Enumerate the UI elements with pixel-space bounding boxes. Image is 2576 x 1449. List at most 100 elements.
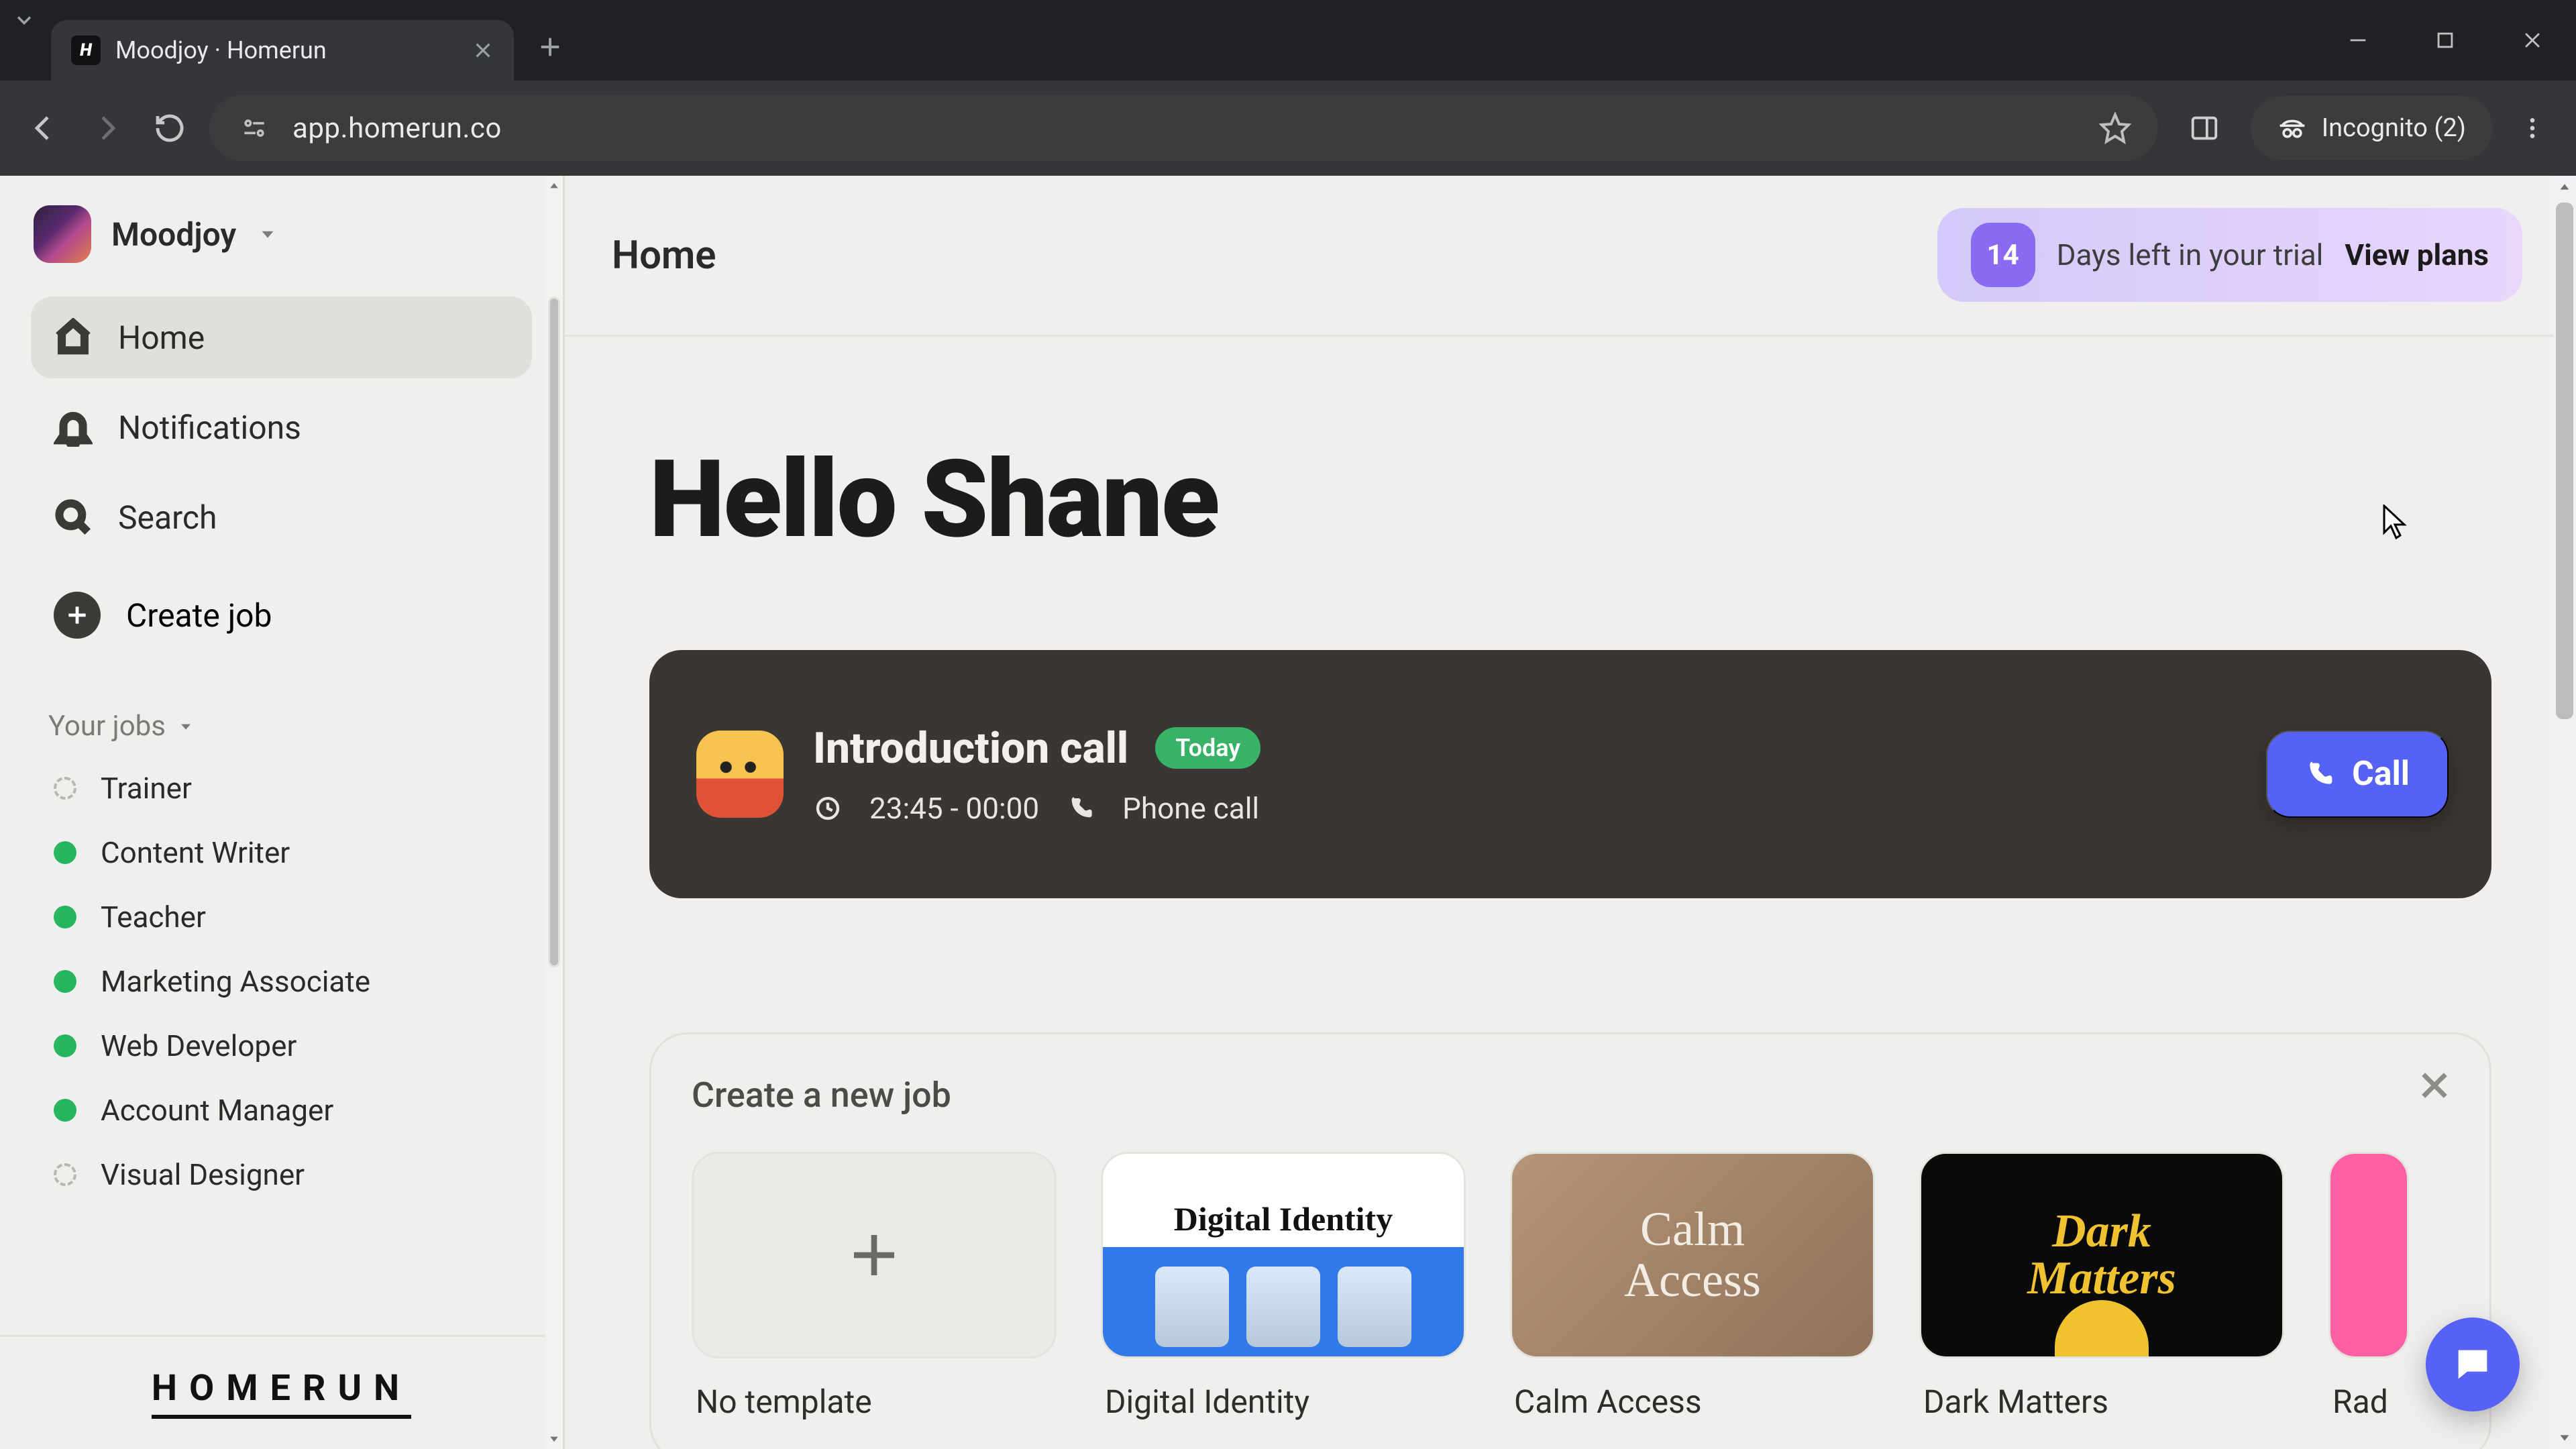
trial-days-badge: 14 — [1971, 223, 2035, 287]
tab-close-button[interactable] — [472, 40, 494, 61]
template-thumb-title: CalmAccess — [1624, 1204, 1761, 1305]
browser-menu-button[interactable] — [2509, 115, 2556, 142]
page-scrollbar[interactable] — [2553, 176, 2576, 1449]
job-label: Teacher — [101, 900, 206, 934]
incognito-icon — [2277, 113, 2307, 143]
create-job-panel-title: Create a new job — [692, 1075, 2489, 1116]
candidate-avatar — [696, 731, 784, 818]
jobs-section-label: Your jobs — [48, 710, 166, 743]
template-label: Calm Access — [1510, 1358, 1875, 1421]
incognito-label: Incognito (2) — [2322, 113, 2466, 143]
tabs-dropdown-button[interactable] — [4, 0, 44, 40]
workspace-avatar — [34, 205, 91, 263]
brand-footer: HOMERUN — [0, 1335, 563, 1449]
job-item[interactable]: Web Developer — [0, 1014, 563, 1078]
sidebar-item-search[interactable]: Search — [31, 476, 532, 558]
template-label: Dark Matters — [1919, 1358, 2284, 1421]
page-title: Home — [612, 233, 716, 278]
jobs-section-header[interactable]: Your jobs — [0, 656, 563, 756]
app-root: Moodjoy Home Notifications Search Create… — [0, 176, 2576, 1449]
upcoming-event-card[interactable]: Introduction call Today 23:45 - 00:00 Ph… — [649, 650, 2491, 898]
template-label: No template — [692, 1358, 1057, 1421]
scrollbar-thumb[interactable] — [2556, 203, 2573, 719]
new-tab-button[interactable] — [537, 34, 564, 60]
template-thumb-title: DarkMatters — [2027, 1208, 2176, 1302]
browser-tab-active[interactable]: H Moodjoy · Homerun — [51, 20, 514, 80]
job-label: Visual Designer — [101, 1157, 305, 1192]
plus-icon — [847, 1228, 901, 1282]
search-icon — [54, 498, 93, 537]
template-thumb[interactable] — [692, 1152, 1057, 1358]
template-card-dark-matters[interactable]: DarkMatters Dark Matters — [1919, 1152, 2284, 1421]
call-button-label: Call — [2352, 755, 2410, 794]
job-item[interactable]: Visual Designer — [0, 1142, 563, 1207]
call-button[interactable]: Call — [2266, 731, 2449, 818]
window-maximize-button[interactable] — [2402, 0, 2489, 80]
event-type: Phone call — [1122, 791, 1259, 826]
job-label: Trainer — [101, 771, 192, 806]
template-thumb[interactable] — [2328, 1152, 2409, 1358]
sidebar-nav: Home Notifications Search — [0, 290, 563, 558]
job-item[interactable]: Account Manager — [0, 1078, 563, 1142]
view-plans-link[interactable]: View plans — [2345, 237, 2489, 272]
incognito-indicator[interactable]: Incognito (2) — [2251, 96, 2493, 160]
browser-url-text: app.homerun.co — [292, 112, 502, 145]
event-info: Introduction call Today 23:45 - 00:00 Ph… — [813, 723, 1260, 826]
create-job-button[interactable]: Create job — [31, 574, 532, 656]
template-thumb-title: Digital Identity — [1103, 1199, 1464, 1238]
browser-address-bar[interactable]: app.homerun.co — [209, 95, 2158, 161]
browser-reload-button[interactable] — [146, 105, 193, 152]
chat-icon — [2451, 1343, 2494, 1386]
status-dot-live — [54, 1099, 76, 1122]
template-label: Rad — [2328, 1358, 2409, 1421]
template-thumb[interactable]: CalmAccess — [1510, 1152, 1875, 1358]
sidebar-item-notifications[interactable]: Notifications — [31, 386, 532, 468]
greeting-heading: Hello Shane — [565, 337, 2576, 563]
template-thumb[interactable]: Digital Identity — [1101, 1152, 1466, 1358]
main-content: Home 14 Days left in your trial View pla… — [565, 176, 2576, 1449]
template-card-blank[interactable]: No template — [692, 1152, 1057, 1421]
job-item[interactable]: Trainer — [0, 756, 563, 820]
window-minimize-button[interactable] — [2314, 0, 2402, 80]
browser-titlebar: H Moodjoy · Homerun — [0, 0, 2576, 80]
side-panel-button[interactable] — [2174, 98, 2235, 158]
template-thumb[interactable]: DarkMatters — [1919, 1152, 2284, 1358]
workspace-switcher[interactable]: Moodjoy — [0, 176, 563, 290]
site-settings-icon[interactable] — [236, 110, 272, 146]
scroll-up-arrow-icon[interactable] — [2553, 176, 2576, 199]
homerun-logo[interactable]: HOMERUN — [152, 1367, 411, 1419]
job-label: Marketing Associate — [101, 964, 370, 999]
job-label: Content Writer — [101, 835, 290, 870]
job-item[interactable]: Content Writer — [0, 820, 563, 885]
template-card-partial[interactable]: Rad — [2328, 1152, 2409, 1421]
browser-toolbar: app.homerun.co Incognito (2) — [0, 80, 2576, 176]
bookmark-star-icon[interactable] — [2099, 112, 2131, 144]
browser-back-button[interactable] — [20, 105, 67, 152]
template-label: Digital Identity — [1101, 1358, 1466, 1421]
panel-close-button[interactable] — [2416, 1067, 2453, 1104]
scroll-up-arrow-icon[interactable] — [545, 176, 563, 196]
job-item[interactable]: Marketing Associate — [0, 949, 563, 1014]
window-close-button[interactable] — [2489, 0, 2576, 80]
sidebar-scrollbar[interactable] — [545, 176, 563, 1449]
create-job-panel: Create a new job No template Digital Ide… — [649, 1032, 2491, 1449]
status-dot-live — [54, 970, 76, 993]
template-card-digital-identity[interactable]: Digital Identity Digital Identity — [1101, 1152, 1466, 1421]
trial-banner: 14 Days left in your trial View plans — [1937, 208, 2522, 302]
scroll-down-arrow-icon[interactable] — [2553, 1426, 2576, 1449]
browser-forward-button[interactable] — [83, 105, 130, 152]
status-dot-draft — [54, 1163, 76, 1186]
trial-text: Days left in your trial — [2057, 237, 2324, 272]
bell-icon — [54, 408, 93, 447]
template-card-calm-access[interactable]: CalmAccess Calm Access — [1510, 1152, 1875, 1421]
scrollbar-thumb[interactable] — [548, 297, 560, 967]
sidebar-item-home[interactable]: Home — [31, 297, 532, 378]
phone-icon — [1066, 794, 1095, 823]
chat-widget-button[interactable] — [2426, 1318, 2520, 1411]
job-item[interactable]: Teacher — [0, 885, 563, 949]
status-dot-live — [54, 1034, 76, 1057]
workspace-name: Moodjoy — [111, 215, 236, 254]
scroll-down-arrow-icon[interactable] — [545, 1429, 563, 1449]
tab-title: Moodjoy · Homerun — [115, 36, 458, 64]
plus-icon — [54, 592, 101, 639]
